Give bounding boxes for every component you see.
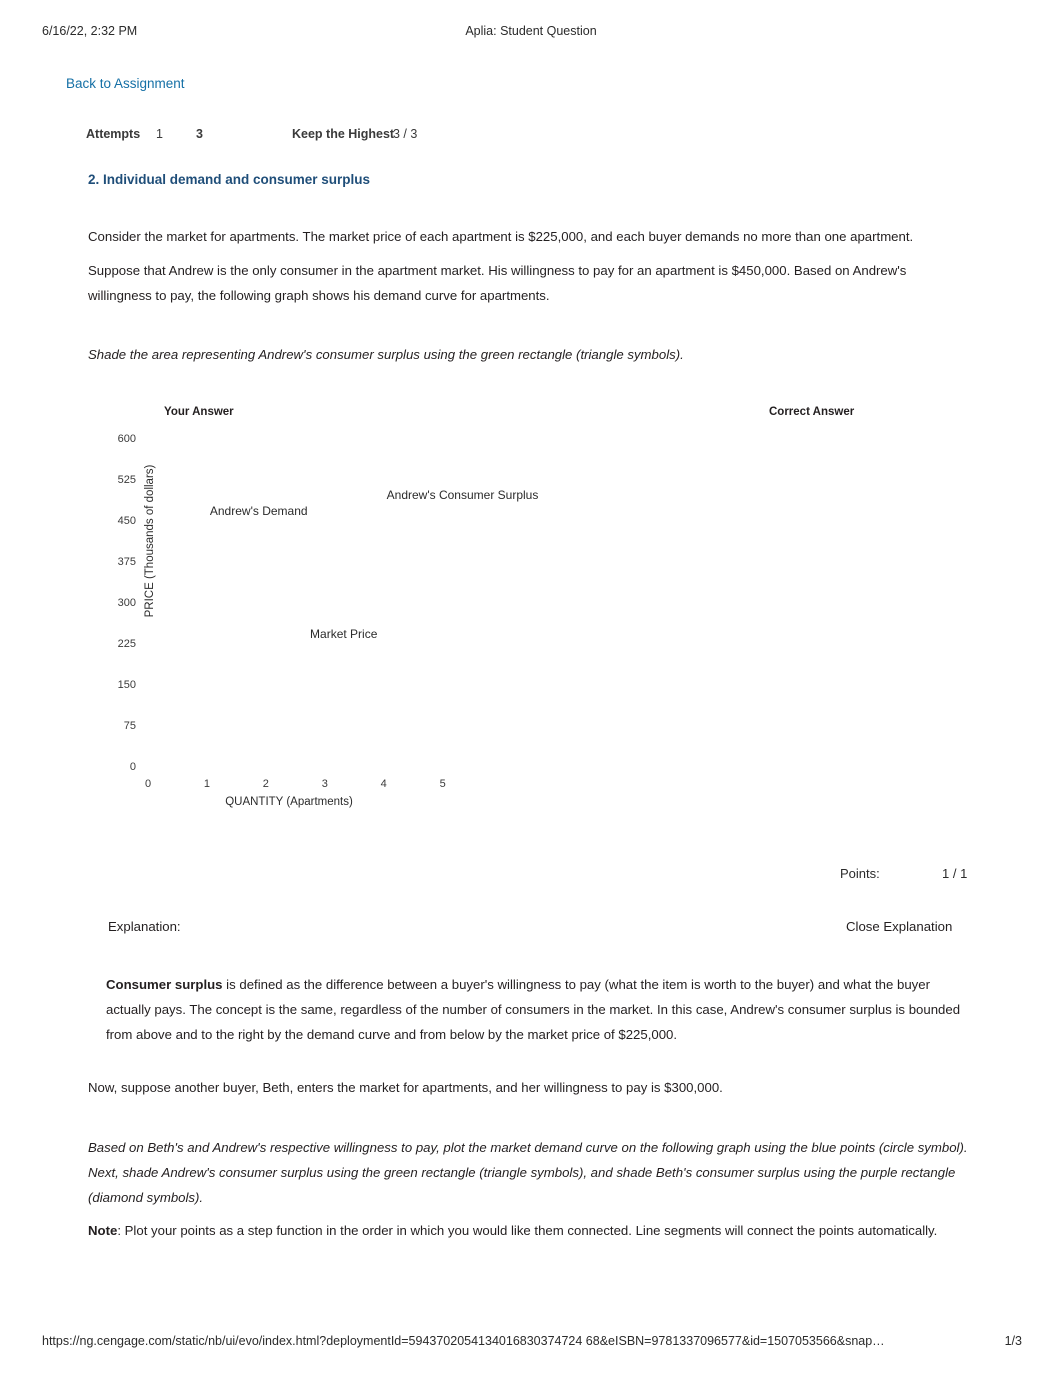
x-axis-tick-label: 0 [144,778,152,790]
paragraph-shade-instruction: Shade the area representing Andrew's con… [88,347,684,363]
explanation-row: Explanation: Close Explanation [0,919,1062,939]
y-axis-tick-label: 150 [117,679,136,691]
y-axis-tick-label: 225 [117,638,136,650]
print-header: 6/16/22, 2:32 PM Aplia: Student Question [0,24,1062,42]
x-axis-title: QUANTITY (Apartments) [225,796,353,808]
explanation-label: Explanation: [108,919,181,934]
attempts-second-value: 3 [196,127,203,141]
y-axis-tick-label: 0 [129,761,136,773]
paragraph-andrew: Suppose that Andrew is the only consumer… [88,263,907,304]
note-body: : Plot your points as a step function in… [117,1223,938,1239]
keep-the-highest-value: 3 / 3 [393,127,418,141]
x-axis-tick-label: 3 [321,778,328,790]
chart-series-label[interactable]: Market Price [310,627,377,641]
print-page-title: Aplia: Student Question [465,24,597,38]
x-axis-tick-label: 4 [380,778,387,790]
points-label: Points: [840,866,880,881]
consumer-surplus-term: Consumer surplus [106,977,223,993]
paragraph-beth: Now, suppose another buyer, Beth, enters… [88,1080,723,1096]
demand-chart[interactable]: PRICE (Thousands of dollars) 0 75 150 225 30… [88,430,648,815]
y-axis-tick-label: 450 [117,515,136,527]
paragraph-note: Note: Plot your points as a step functio… [88,1218,968,1243]
y-axis-tick-label: 75 [123,720,136,732]
x-axis-tick-label: 5 [439,778,446,790]
chart-series-label[interactable]: Andrew's Demand [210,504,308,518]
y-axis-tick-label: 300 [117,597,136,609]
attempts-first-value: 1 [156,127,163,141]
paragraph-intro: Consider the market for apartments. The … [88,229,914,245]
y-axis-tick-label: 600 [117,433,136,445]
note-term: Note [88,1223,118,1239]
y-axis-tick-label: 525 [117,474,136,486]
x-axis-tick-label: 2 [262,778,269,790]
x-axis-tick-label: 1 [203,778,210,790]
print-footer-page-number: 1/3 [1004,1334,1022,1348]
back-to-assignment-link[interactable]: Back to Assignment [66,76,185,91]
y-axis-tick-label: 375 [117,556,136,568]
print-footer: https://ng.cengage.com/static/nb/ui/evo/… [0,1334,1062,1352]
paragraph-plot-instruction: Based on Beth's and Andrew's respective … [88,1140,968,1206]
close-explanation-button[interactable]: Close Explanation [846,919,952,934]
y-axis-title: PRICE (Thousands of dollars) [144,464,156,618]
chart-series-label[interactable]: Andrew's Consumer Surplus [387,488,539,502]
graph-block: Your Answer Correct Answer PRICE (Thousa… [0,395,1062,815]
correct-answer-header: Correct Answer [769,406,855,418]
paragraph-consumer-surplus: Consumer surplus is defined as the diffe… [106,972,972,1047]
attempts-label: Attempts [86,127,141,141]
question-title: 2. Individual demand and consumer surplu… [88,172,371,187]
points-value: 1 / 1 [942,866,968,881]
points-row: Points: 1 / 1 [0,866,1062,886]
your-answer-header: Your Answer [164,406,234,418]
consumer-surplus-body: is defined as the difference between a b… [106,977,961,1043]
keep-the-highest-label: Keep the Highest [292,127,395,141]
print-footer-url: https://ng.cengage.com/static/nb/ui/evo/… [42,1334,885,1348]
